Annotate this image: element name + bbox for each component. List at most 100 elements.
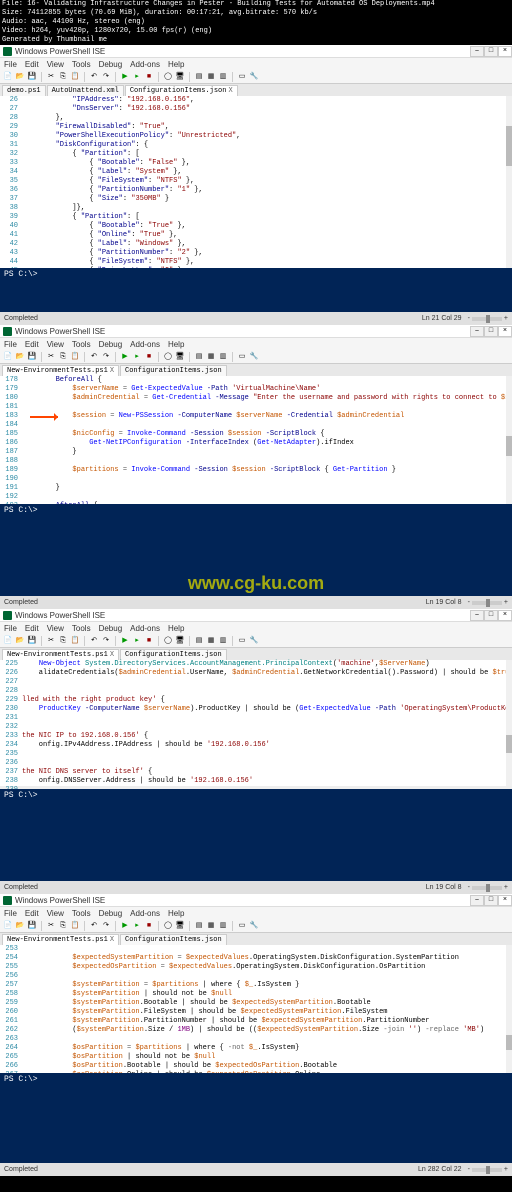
menu-help[interactable]: Help <box>168 340 184 349</box>
layout3-icon[interactable]: ▥ <box>218 636 228 646</box>
undo-icon[interactable]: ↶ <box>89 352 99 362</box>
redo-icon[interactable]: ↷ <box>101 72 111 82</box>
zoom-thumb[interactable] <box>486 315 490 323</box>
editor-pane[interactable]: 26 "IPAddress": "192.168.0.156",27 "DnsS… <box>0 96 512 268</box>
zoom-track[interactable] <box>472 601 502 605</box>
save-icon[interactable]: 💾 <box>27 921 37 931</box>
cut-icon[interactable]: ✂ <box>46 352 56 362</box>
cut-icon[interactable]: ✂ <box>46 921 56 931</box>
menu-debug[interactable]: Debug <box>99 340 123 349</box>
tab-configitems[interactable]: ConfigurationItems.json <box>120 365 227 376</box>
scrollbar-thumb[interactable] <box>506 126 512 166</box>
new-icon[interactable]: 📄 <box>3 636 13 646</box>
new-icon[interactable]: 📄 <box>3 921 13 931</box>
maximize-button[interactable]: □ <box>484 326 498 337</box>
copy-icon[interactable]: ⎘ <box>58 352 68 362</box>
paste-icon[interactable]: 📋 <box>70 921 80 931</box>
zoom-out-icon[interactable]: - <box>468 1166 470 1173</box>
menu-debug[interactable]: Debug <box>99 909 123 918</box>
cut-icon[interactable]: ✂ <box>46 72 56 82</box>
cmd-addon-icon[interactable]: ▭ <box>237 352 247 362</box>
tools-icon[interactable]: 🔧 <box>249 352 259 362</box>
zoom-out-icon[interactable]: - <box>468 599 470 606</box>
layout-icon[interactable]: ▤ <box>194 352 204 362</box>
menu-view[interactable]: View <box>47 909 64 918</box>
remote-icon[interactable]: 🖥 <box>175 72 185 82</box>
zoom-thumb[interactable] <box>486 1166 490 1174</box>
redo-icon[interactable]: ↷ <box>101 921 111 931</box>
stop-icon[interactable]: ■ <box>144 636 154 646</box>
remote-icon[interactable]: 🖥 <box>175 921 185 931</box>
layout2-icon[interactable]: ▦ <box>206 636 216 646</box>
paste-icon[interactable]: 📋 <box>70 636 80 646</box>
scrollbar[interactable] <box>506 96 512 268</box>
open-icon[interactable]: 📂 <box>15 636 25 646</box>
zoom-slider[interactable]: -+ <box>468 315 508 322</box>
scrollbar-thumb[interactable] <box>506 735 512 753</box>
zoom-thumb[interactable] <box>486 884 490 892</box>
close-button[interactable]: × <box>498 326 512 337</box>
menu-debug[interactable]: Debug <box>99 624 123 633</box>
minimize-button[interactable]: ⎯ <box>470 326 484 337</box>
save-icon[interactable]: 💾 <box>27 72 37 82</box>
run-selection-icon[interactable]: ▸ <box>132 636 142 646</box>
maximize-button[interactable]: □ <box>484 46 498 57</box>
layout3-icon[interactable]: ▥ <box>218 352 228 362</box>
close-button[interactable]: × <box>498 46 512 57</box>
tab-close-icon[interactable]: X <box>110 367 114 375</box>
open-icon[interactable]: 📂 <box>15 352 25 362</box>
editor-pane[interactable]: 225 New-Object System.DirectoryServices.… <box>0 660 512 786</box>
menu-edit[interactable]: Edit <box>25 909 39 918</box>
tab-configitems[interactable]: ConfigurationItems.json X <box>125 85 238 96</box>
minimize-button[interactable]: ⎯ <box>470 46 484 57</box>
paste-icon[interactable]: 📋 <box>70 352 80 362</box>
scrollbar-thumb[interactable] <box>506 1035 512 1050</box>
tab-close-icon[interactable]: X <box>110 936 114 944</box>
cmd-addon-icon[interactable]: ▭ <box>237 921 247 931</box>
menu-view[interactable]: View <box>47 340 64 349</box>
redo-icon[interactable]: ↷ <box>101 352 111 362</box>
menu-file[interactable]: File <box>4 60 17 69</box>
cmd-addon-icon[interactable]: ▭ <box>237 72 247 82</box>
menu-tools[interactable]: Tools <box>72 340 91 349</box>
undo-icon[interactable]: ↶ <box>89 921 99 931</box>
tools-icon[interactable]: 🔧 <box>249 636 259 646</box>
stop-icon[interactable]: ■ <box>144 921 154 931</box>
run-selection-icon[interactable]: ▸ <box>132 352 142 362</box>
zoom-slider[interactable]: -+ <box>468 884 508 891</box>
menu-addons[interactable]: Add-ons <box>130 909 160 918</box>
console-pane[interactable]: PS C:\> www.cg-ku.com <box>0 504 512 596</box>
layout-icon[interactable]: ▤ <box>194 921 204 931</box>
menu-addons[interactable]: Add-ons <box>130 340 160 349</box>
console-pane[interactable]: PS C:\> <box>0 268 512 312</box>
tab-configitems[interactable]: ConfigurationItems.json <box>120 934 227 945</box>
scrollbar[interactable] <box>506 945 512 1073</box>
stop-icon[interactable]: ■ <box>144 72 154 82</box>
menu-addons[interactable]: Add-ons <box>130 60 160 69</box>
minimize-button[interactable]: ⎯ <box>470 895 484 906</box>
run-icon[interactable]: ▶ <box>120 352 130 362</box>
layout2-icon[interactable]: ▦ <box>206 72 216 82</box>
menu-help[interactable]: Help <box>168 60 184 69</box>
copy-icon[interactable]: ⎘ <box>58 921 68 931</box>
copy-icon[interactable]: ⎘ <box>58 636 68 646</box>
zoom-in-icon[interactable]: + <box>504 315 508 322</box>
menu-tools[interactable]: Tools <box>72 60 91 69</box>
zoom-track[interactable] <box>472 1168 502 1172</box>
remote-icon[interactable]: 🖥 <box>175 352 185 362</box>
tab-close-icon[interactable]: X <box>228 87 232 95</box>
menu-tools[interactable]: Tools <box>72 624 91 633</box>
menu-view[interactable]: View <box>47 624 64 633</box>
break-icon[interactable]: ◯ <box>163 352 173 362</box>
tab-tests[interactable]: New-EnvironmentTests.ps1 X <box>2 365 119 376</box>
stop-icon[interactable]: ■ <box>144 352 154 362</box>
layout2-icon[interactable]: ▦ <box>206 352 216 362</box>
scrollbar[interactable] <box>506 660 512 786</box>
menu-addons[interactable]: Add-ons <box>130 624 160 633</box>
save-icon[interactable]: 💾 <box>27 636 37 646</box>
zoom-track[interactable] <box>472 886 502 890</box>
editor-pane[interactable]: 253 254 $expectedSystemPartition = $expe… <box>0 945 512 1073</box>
run-selection-icon[interactable]: ▸ <box>132 72 142 82</box>
close-button[interactable]: × <box>498 895 512 906</box>
layout3-icon[interactable]: ▥ <box>218 921 228 931</box>
